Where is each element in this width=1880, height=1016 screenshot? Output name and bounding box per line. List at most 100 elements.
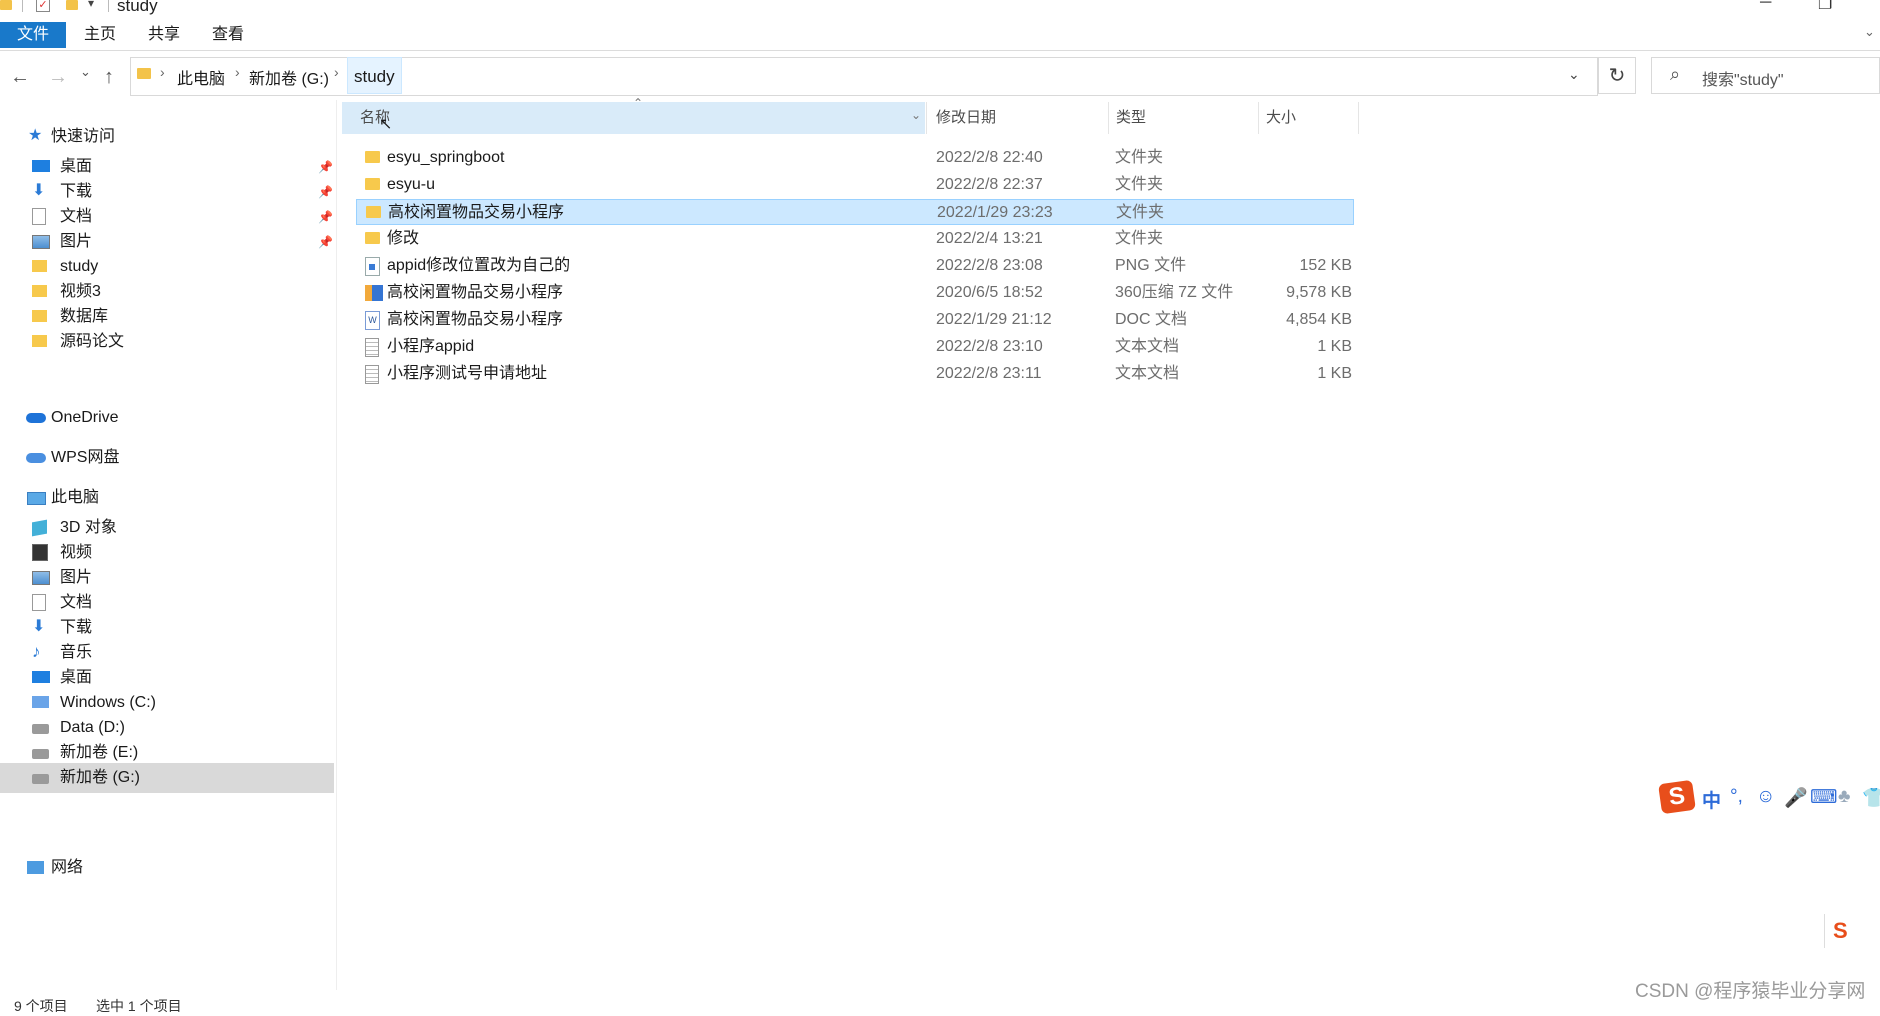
file-row[interactable]: esyu-u 2022/2/8 22:37 文件夹	[356, 172, 1354, 198]
ime-language[interactable]: 中	[1702, 786, 1721, 813]
file-size: 9,578 KB	[1286, 284, 1352, 301]
emoji-icon[interactable]: ☺	[1756, 786, 1775, 808]
column-header-size[interactable]: 大小	[1266, 102, 1296, 134]
chevron-right-icon[interactable]: ›	[334, 64, 339, 80]
file-name: esyu_springboot	[387, 149, 505, 166]
properties-icon[interactable]: ✓	[36, 0, 50, 12]
column-filter-icon[interactable]: ⌄	[911, 108, 921, 122]
text-file-icon	[365, 338, 379, 357]
column-divider[interactable]	[1358, 102, 1359, 134]
desktop-icon	[32, 160, 50, 172]
sidebar-item-network[interactable]: 网络	[0, 853, 334, 883]
column-divider[interactable]	[926, 102, 927, 134]
chevron-right-icon[interactable]: ›	[160, 64, 165, 80]
forward-button[interactable]: →	[48, 66, 68, 89]
folder-icon	[137, 68, 151, 79]
sidebar-item-onedrive[interactable]: OneDrive	[0, 403, 334, 433]
breadcrumb-this-pc[interactable]: 此电脑	[177, 65, 225, 89]
punctuation-icon[interactable]: °,	[1730, 786, 1743, 808]
network-icon	[27, 861, 44, 874]
file-date: 2022/1/29 23:23	[937, 204, 1053, 221]
sidebar-item-label: 新加卷 (G:)	[60, 769, 140, 786]
tab-share[interactable]: 共享	[134, 22, 194, 48]
file-date: 2022/1/29 21:12	[936, 311, 1052, 328]
breadcrumb-current[interactable]: study	[347, 57, 402, 94]
column-header-type[interactable]: 类型	[1116, 102, 1146, 134]
recent-locations-icon[interactable]: ⌄	[80, 64, 91, 80]
sidebar-item[interactable]: 源码论文	[0, 327, 334, 357]
ime-mini-toolbar[interactable]: S	[1824, 914, 1880, 948]
pane-divider[interactable]	[336, 100, 337, 990]
tab-home[interactable]: 主页	[70, 22, 130, 48]
address-dropdown-icon[interactable]: ⌄	[1568, 66, 1580, 83]
file-name: 高校闲置物品交易小程序	[387, 311, 564, 328]
music-icon: ♪	[32, 642, 41, 661]
file-row[interactable]: 小程序appid 2022/2/8 23:10 文本文档 1 KB	[356, 334, 1354, 360]
keyboard-icon[interactable]: ⌨	[1810, 786, 1837, 809]
tab-file[interactable]: 文件	[0, 22, 66, 48]
folder-icon	[365, 232, 380, 244]
desktop-icon	[32, 671, 50, 683]
file-type: 360压缩 7Z 文件	[1115, 284, 1234, 301]
3d-objects-icon	[32, 519, 47, 537]
search-placeholder: 搜索"study"	[1702, 72, 1784, 89]
sidebar-item[interactable]: 新加卷 (G:)	[0, 763, 334, 793]
microphone-icon[interactable]: 🎤	[1784, 786, 1808, 810]
ribbon	[0, 20, 1880, 51]
new-folder-icon[interactable]	[66, 0, 78, 10]
file-size: 1 KB	[1317, 365, 1352, 382]
column-header-date[interactable]: 修改日期	[936, 102, 996, 134]
file-date: 2022/2/8 22:40	[936, 149, 1043, 166]
file-type: 文件夹	[1115, 149, 1164, 166]
file-row[interactable]: esyu_springboot 2022/2/8 22:40 文件夹	[356, 145, 1354, 171]
refresh-button[interactable]: ↻	[1598, 57, 1636, 94]
file-row[interactable]: 修改 2022/2/4 13:21 文件夹	[356, 226, 1354, 252]
file-name: 高校闲置物品交易小程序	[388, 204, 565, 221]
file-date: 2022/2/8 23:10	[936, 338, 1043, 355]
file-row[interactable]: W 高校闲置物品交易小程序 2022/1/29 21:12 DOC 文档 4,854 K…	[356, 307, 1354, 333]
file-row[interactable]: 高校闲置物品交易小程序 2020/6/5 18:52 360压缩 7Z 文件 9,57…	[356, 280, 1354, 306]
sidebar-item-label: WPS网盘	[51, 449, 120, 466]
tab-view[interactable]: 查看	[198, 22, 258, 48]
sidebar-item-this-pc[interactable]: 此电脑	[0, 483, 334, 513]
file-type: 文件夹	[1115, 230, 1164, 247]
minimize-button[interactable]: ─	[1760, 0, 1771, 12]
computer-icon	[27, 492, 46, 505]
status-selected-count: 选中 1 个项目	[96, 998, 182, 1014]
sidebar-item-label: 源码论文	[60, 333, 125, 350]
ribbon-expand-icon[interactable]: ⌄	[1864, 24, 1875, 40]
sidebar-item-quick-access[interactable]: ★ 快速访问	[0, 122, 334, 152]
folder-icon	[32, 335, 47, 347]
back-button[interactable]: ←	[10, 66, 30, 89]
file-name: esyu-u	[387, 176, 436, 193]
folder-icon	[0, 0, 12, 10]
up-button[interactable]: ↑	[104, 66, 114, 89]
ime-toolbar[interactable]: S 中 °, ☺ 🎤 ⌨ ♣ 👕	[1658, 779, 1880, 818]
file-row[interactable]: 高校闲置物品交易小程序 2022/1/29 23:23 文件夹	[356, 199, 1354, 225]
sidebar-item-label: 此电脑	[51, 489, 100, 506]
column-divider[interactable]	[1258, 102, 1259, 134]
drive-icon	[32, 724, 49, 734]
skin-icon[interactable]: 👕	[1862, 786, 1880, 810]
file-type: 文本文档	[1115, 338, 1180, 355]
toolbox-icon[interactable]: ♣	[1838, 786, 1850, 808]
image-file-icon	[365, 257, 380, 276]
folder-icon	[32, 285, 47, 297]
videos-icon	[32, 544, 48, 561]
file-row[interactable]: appid修改位置改为自己的 2022/2/8 23:08 PNG 文件 152 KB	[356, 253, 1354, 279]
maximize-button[interactable]: ❐	[1818, 0, 1832, 14]
customize-quick-access-icon[interactable]: ▾	[88, 0, 94, 10]
chevron-right-icon[interactable]: ›	[235, 64, 240, 80]
breadcrumb-drive-g[interactable]: 新加卷 (G:)	[249, 65, 329, 89]
sogou-logo-icon[interactable]: S	[1658, 779, 1696, 815]
file-date: 2022/2/8 22:37	[936, 176, 1043, 193]
sogou-logo-icon[interactable]: S	[1833, 918, 1848, 944]
column-divider[interactable]	[1108, 102, 1109, 134]
text-file-icon	[365, 365, 379, 384]
folder-icon	[32, 310, 47, 322]
pictures-icon	[32, 235, 50, 249]
sidebar-item-wps[interactable]: WPS网盘	[0, 443, 334, 473]
file-name: 修改	[387, 230, 420, 247]
file-row[interactable]: 小程序测试号申请地址 2022/2/8 23:11 文本文档 1 KB	[356, 361, 1354, 387]
sidebar-item-label: 网络	[51, 859, 84, 876]
